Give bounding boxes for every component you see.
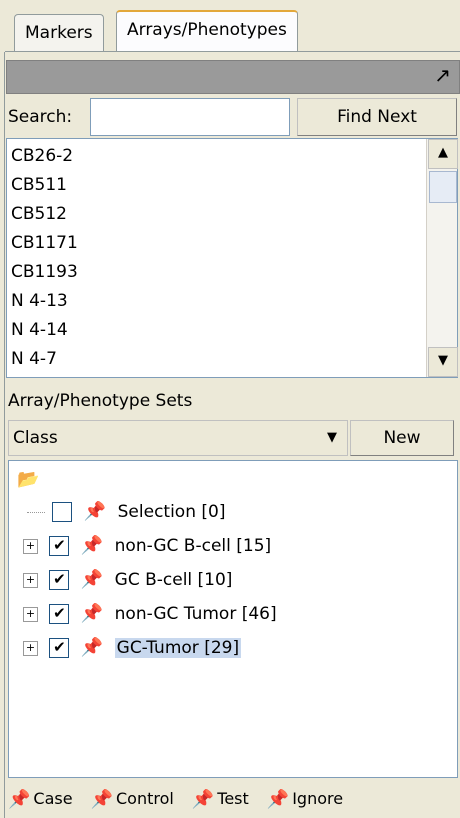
array-list[interactable]: CB26-2 CB511 CB512 CB1171 CB1193 N 4-13 … [6, 138, 458, 378]
tree-item-label: Selection [0] [117, 502, 226, 522]
pushpin-icon: 📌 [80, 535, 104, 556]
panel-header-bar: ↗ [6, 60, 460, 94]
list-item[interactable]: CB511 [11, 170, 67, 200]
expand-icon[interactable]: + [23, 606, 38, 622]
pushpin-ignore-icon: 📌 [266, 788, 290, 810]
phenotype-legend: 📌 Case 📌 Control 📌 Test 📌 Ignore [8, 784, 458, 814]
pushpin-icon: 📌 [80, 637, 104, 658]
tree-item-label: GC B-cell [10] [114, 570, 233, 590]
list-item[interactable]: N 4-14 [11, 315, 68, 345]
checkbox-unchecked[interactable] [52, 502, 73, 522]
tree-item-selection[interactable]: 📌 Selection [0] [27, 497, 225, 527]
chevron-down-icon[interactable]: ▼ [327, 421, 337, 455]
legend-ignore[interactable]: 📌 Ignore [267, 784, 343, 814]
new-set-button[interactable]: New [350, 420, 454, 456]
pushpin-icon: 📌 [80, 569, 104, 590]
tree-root[interactable]: 📂 [17, 465, 45, 495]
expand-icon[interactable]: + [23, 640, 38, 656]
sets-header: Array/Phenotype Sets [8, 391, 193, 411]
tab-markers[interactable]: Markers [14, 14, 104, 51]
legend-label: Control [116, 789, 174, 808]
list-item[interactable]: CB1171 [11, 228, 78, 258]
checkbox-checked[interactable]: ✔ [49, 638, 70, 658]
checkbox-checked[interactable]: ✔ [49, 604, 70, 624]
sets-tree[interactable]: 📂 📌 Selection [0] + ✔ 📌 non-GC B-cell [1… [8, 460, 458, 778]
pushpin-control-icon: 📌 [90, 788, 113, 810]
find-next-button[interactable]: Find Next [297, 98, 457, 136]
list-item[interactable]: CB1193 [11, 257, 78, 287]
list-scrollbar[interactable]: ▲ ▼ [426, 139, 458, 377]
legend-case[interactable]: 📌 Case [8, 784, 73, 814]
tree-item-label: non-GC Tumor [46] [114, 604, 277, 624]
tab-arrays-phenotypes[interactable]: Arrays/Phenotypes [116, 10, 298, 54]
tree-item-non-gc-b-cell[interactable]: + ✔ 📌 non-GC B-cell [15] [23, 531, 271, 561]
pushpin-icon: 📌 [80, 603, 104, 624]
list-item[interactable]: N 4-13 [11, 286, 68, 316]
pushpin-icon: 📌 [83, 501, 107, 522]
tree-connector [27, 511, 45, 513]
class-select[interactable]: Class ▼ [8, 420, 348, 456]
search-input[interactable] [90, 98, 290, 136]
legend-control[interactable]: 📌 Control [91, 784, 174, 814]
scroll-thumb[interactable] [429, 171, 457, 203]
pushpin-test-icon: 📌 [191, 788, 215, 810]
tree-item-gc-b-cell[interactable]: + ✔ 📌 GC B-cell [10] [23, 565, 232, 595]
class-select-value: Class [13, 428, 58, 448]
expand-icon[interactable]: + [23, 538, 38, 554]
scroll-up-icon[interactable]: ▲ [428, 139, 458, 169]
list-item[interactable]: CB512 [11, 199, 67, 229]
list-item[interactable]: CB26-2 [11, 141, 73, 171]
checkbox-checked[interactable]: ✔ [49, 570, 70, 590]
legend-test[interactable]: 📌 Test [192, 784, 249, 814]
expand-icon[interactable]: + [23, 572, 38, 588]
list-item[interactable]: N 4-7 [11, 344, 57, 374]
tree-item-label: non-GC B-cell [15] [114, 536, 272, 556]
expand-arrow-icon[interactable]: ↗ [434, 63, 451, 87]
checkbox-checked[interactable]: ✔ [49, 536, 70, 556]
legend-label: Ignore [292, 789, 344, 808]
legend-label: Test [217, 789, 249, 808]
legend-label: Case [33, 789, 73, 808]
tree-item-gc-tumor[interactable]: + ✔ 📌 GC-Tumor [29] [23, 633, 242, 663]
search-label: Search: [8, 107, 73, 127]
tree-item-label: GC-Tumor [29] [114, 638, 242, 658]
pushpin-case-icon: 📌 [8, 788, 31, 810]
tree-item-non-gc-tumor[interactable]: + ✔ 📌 non-GC Tumor [46] [23, 599, 277, 629]
scroll-down-icon[interactable]: ▼ [428, 347, 458, 377]
folder-open-icon: 📂 [17, 469, 40, 490]
